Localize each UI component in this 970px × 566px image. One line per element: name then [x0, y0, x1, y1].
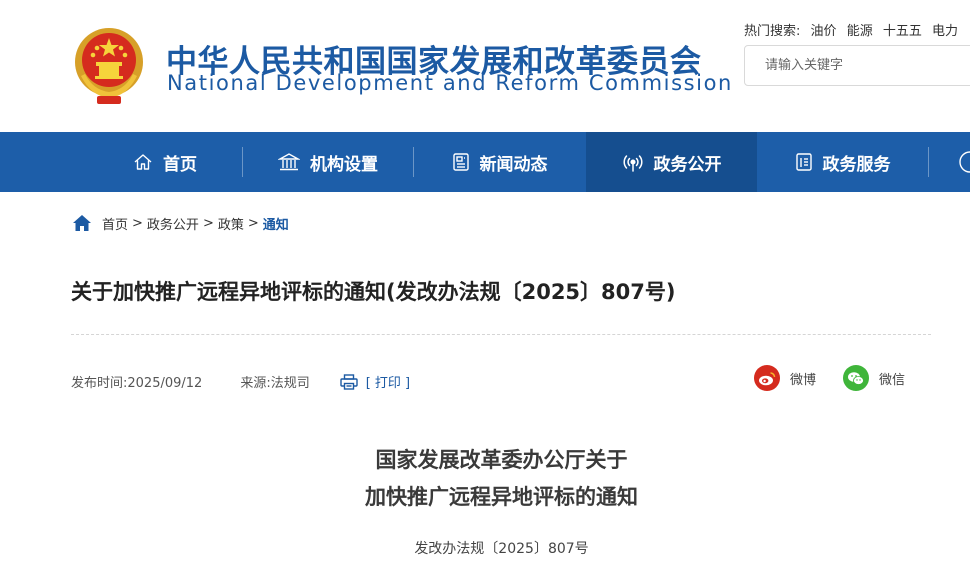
breadcrumb-separator: > [247, 215, 259, 231]
title-divider [71, 334, 931, 335]
share-weibo-button[interactable]: 微博 [754, 365, 816, 391]
article-source: 来源:法规司 [240, 376, 310, 391]
article-meta: 发布时间:2025/09/12 来源:法规司 [ 打印 ] [71, 372, 410, 391]
publish-time: 发布时间:2025/09/12 [71, 376, 203, 391]
hot-keyword-oil-price[interactable]: 油价 [811, 24, 837, 39]
site-header: 中华人民共和国国家发展和改革委员会 National Development a… [0, 0, 970, 132]
hot-keyword-electricity[interactable]: 电力 [932, 24, 958, 39]
nav-overflow-icon[interactable] [958, 150, 970, 174]
share-wechat-button[interactable]: 微信 [843, 365, 905, 391]
page-title: 关于加快推广远程异地评标的通知(发改办法规〔2025〕807号) [71, 280, 676, 304]
weibo-icon [754, 365, 780, 391]
breadcrumb: 首页 > 政务公开 > 政策 > 通知 [72, 212, 289, 234]
hot-search-label: 热门搜索: [744, 24, 801, 39]
nav-divider [928, 147, 929, 177]
breadcrumb-separator: > [132, 215, 143, 231]
breadcrumb-home[interactable]: 首页 [102, 214, 128, 233]
nav-item-home[interactable]: 首页 [90, 132, 240, 192]
nav-label-news: 新闻动态 [479, 154, 548, 175]
search-input[interactable] [745, 46, 970, 85]
document-heading-line-1: 国家发展改革委办公厅关于 [375, 448, 628, 472]
wechat-label: 微信 [879, 372, 906, 388]
nav-item-news[interactable]: 新闻动态 [414, 132, 585, 192]
broadcast-icon [622, 155, 643, 172]
breadcrumb-home-icon[interactable] [72, 214, 92, 232]
nav-label-government-affairs: 政务公开 [653, 154, 722, 175]
national-emblem-icon [75, 28, 143, 104]
breadcrumb-current[interactable]: 通知 [263, 214, 289, 233]
nav-label-institutions: 机构设置 [310, 154, 378, 175]
news-icon [452, 153, 469, 171]
print-label: [ 打印 ] [365, 376, 411, 391]
hot-keyword-15th-five-year[interactable]: 十五五 [883, 24, 922, 39]
nav-item-government-affairs[interactable]: 政务公开 [586, 132, 757, 192]
hot-keyword-energy[interactable]: 能源 [847, 24, 873, 39]
breadcrumb-separator: > [202, 215, 214, 231]
weibo-label: 微博 [790, 372, 817, 388]
nav-label-services: 政务服务 [822, 154, 891, 175]
breadcrumb-policy[interactable]: 政策 [218, 214, 244, 233]
nav-item-institutions[interactable]: 机构设置 [243, 132, 413, 192]
breadcrumb-government-affairs[interactable]: 政务公开 [147, 214, 199, 233]
hot-search: 热门搜索: 油价 能源 十五五 电力 [744, 20, 958, 39]
institution-icon [278, 153, 300, 171]
document-number: 发改办法规〔2025〕807号 [414, 541, 589, 557]
nav-label-home: 首页 [163, 154, 197, 175]
printer-icon [340, 373, 358, 390]
document-heading-line-2: 加快推广远程异地评标的通知 [365, 485, 638, 509]
main-nav: 首页 机构设置 新闻动态 政务公开 政务服务 [0, 132, 970, 192]
nav-item-services[interactable]: 政务服务 [757, 132, 928, 192]
document-icon [795, 153, 812, 171]
wechat-icon [843, 365, 869, 391]
search-box [744, 45, 970, 86]
org-name-en: National Development and Reform Commissi… [167, 71, 733, 95]
print-button[interactable]: [ 打印 ] [340, 372, 410, 391]
home-icon [134, 154, 152, 170]
